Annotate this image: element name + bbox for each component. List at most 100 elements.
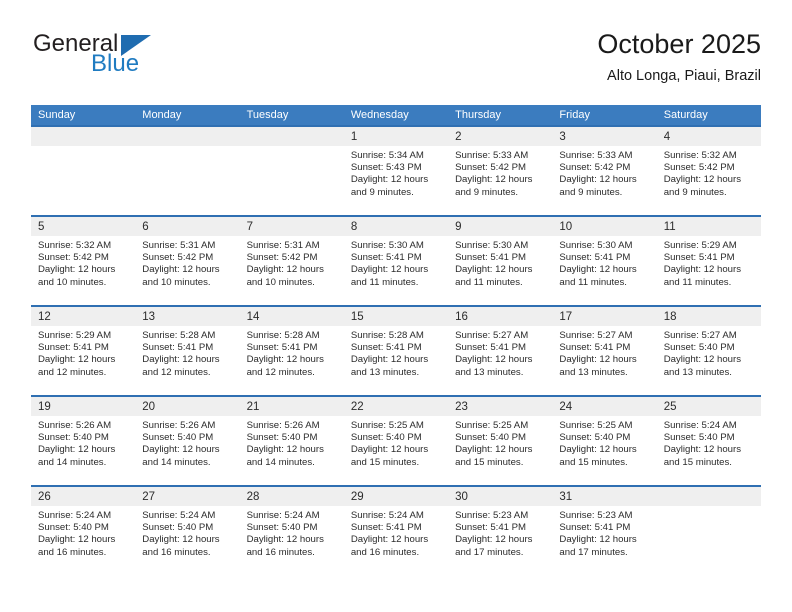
day-detail-daylight-line2: and 12 minutes. [38,366,107,378]
day-cell-inner: 11 Sunrise: 5:29 AM Sunset: 5:41 PM Dayligh… [656,217,761,305]
day-detail-daylight-line1: Daylight: 12 hours [455,354,533,366]
day-detail-sunrise: Sunrise: 5:25 AM [350,420,424,431]
calendar-day-cell[interactable]: 28 Sunrise: 5:24 AM Sunset: 5:40 PM Dayligh… [239,485,344,575]
calendar-day-cell[interactable]: 7 Sunrise: 5:31 AM Sunset: 5:42 PM Daylight… [239,215,344,306]
calendar-day-cell[interactable]: 1 Sunrise: 5:34 AM Sunset: 5:43 PM Daylight… [343,125,449,216]
calendar-day-cell[interactable]: 23 Sunrise: 5:25 AM Sunset: 5:40 PM Dayligh… [448,395,553,486]
day-cell-inner: 2 Sunrise: 5:33 AM Sunset: 5:42 PM Daylight… [448,127,553,215]
calendar-day-cell[interactable]: 19 Sunrise: 5:26 AM Sunset: 5:40 PM Dayligh… [31,395,136,486]
calendar-day-cell[interactable]: 15 Sunrise: 5:28 AM Sunset: 5:41 PM Dayligh… [343,305,449,396]
day-detail-sunset: Sunset: 5:40 PM [38,432,109,444]
day-detail-sunset: Sunset: 5:42 PM [38,252,109,264]
calendar-day-cell[interactable]: 27 Sunrise: 5:24 AM Sunset: 5:40 PM Dayligh… [135,485,240,575]
calendar-day-cell[interactable]: 5 Sunrise: 5:32 AM Sunset: 5:42 PM Daylight… [31,215,136,306]
calendar-day-cell[interactable]: 18 Sunrise: 5:27 AM Sunset: 5:40 PM Dayligh… [656,305,761,396]
calendar-day-cell[interactable]: 14 Sunrise: 5:28 AM Sunset: 5:41 PM Dayligh… [239,305,344,396]
day-detail-sunset: Sunset: 5:41 PM [246,342,318,354]
day-detail-sunset: Sunset: 5:40 PM [142,522,214,534]
calendar-day-cell[interactable]: 3 Sunrise: 5:33 AM Sunset: 5:42 PM Daylight… [552,125,657,216]
day-number [656,487,761,506]
day-detail-sunrise: Sunrise: 5:32 AM [663,150,737,161]
day-detail-sunrise: Sunrise: 5:23 AM [559,510,633,521]
day-details: Sunrise: 5:24 AM Sunset: 5:40 PM Daylight:… [135,506,239,559]
day-detail-sunset: Sunset: 5:41 PM [350,342,422,354]
day-detail-sunset: Sunset: 5:40 PM [350,432,422,444]
calendar-day-cell[interactable]: 21 Sunrise: 5:26 AM Sunset: 5:40 PM Dayligh… [239,395,344,486]
calendar-day-cell[interactable]: 2 Sunrise: 5:33 AM Sunset: 5:42 PM Daylight… [448,125,553,216]
calendar-day-cell[interactable]: 20 Sunrise: 5:26 AM Sunset: 5:40 PM Dayligh… [135,395,240,486]
day-detail-sunset: Sunset: 5:41 PM [663,252,735,264]
day-detail-daylight-line1: Daylight: 12 hours [663,264,742,276]
calendar-day-cell[interactable]: 24 Sunrise: 5:25 AM Sunset: 5:40 PM Dayligh… [552,395,657,486]
calendar-day-cell-empty [31,125,136,216]
calendar-day-cell[interactable]: 29 Sunrise: 5:24 AM Sunset: 5:41 PM Dayligh… [343,485,449,575]
calendar-day-cell[interactable]: 22 Sunrise: 5:25 AM Sunset: 5:40 PM Dayligh… [343,395,449,486]
day-detail-daylight-line1: Daylight: 12 hours [350,444,429,456]
day-detail-daylight-line2: and 13 minutes. [663,366,732,378]
day-detail-sunset: Sunset: 5:40 PM [663,342,735,354]
calendar-day-cell[interactable]: 4 Sunrise: 5:32 AM Sunset: 5:42 PM Daylight… [656,125,761,216]
calendar-day-cell[interactable]: 31 Sunrise: 5:23 AM Sunset: 5:41 PM Dayligh… [552,485,657,575]
weekday-header-monday: Monday [135,105,240,126]
day-cell-inner [31,127,136,215]
calendar-day-cell[interactable]: 10 Sunrise: 5:30 AM Sunset: 5:41 PM Dayligh… [552,215,657,306]
day-cell-inner: 31 Sunrise: 5:23 AM Sunset: 5:41 PM Dayligh… [552,487,657,575]
day-cell-inner: 1 Sunrise: 5:34 AM Sunset: 5:43 PM Daylight… [343,127,449,215]
day-detail-daylight-line1: Daylight: 12 hours [663,444,742,456]
day-detail-daylight-line2: and 11 minutes. [350,276,419,288]
day-detail-daylight-line1: Daylight: 12 hours [142,444,220,456]
day-cell-inner: 25 Sunrise: 5:24 AM Sunset: 5:40 PM Dayligh… [656,397,761,485]
weekday-header-tuesday: Tuesday [239,105,344,126]
day-detail-daylight-line2: and 10 minutes. [246,276,315,288]
day-detail-sunset: Sunset: 5:40 PM [246,432,318,444]
calendar-day-cell[interactable]: 9 Sunrise: 5:30 AM Sunset: 5:41 PM Daylight… [448,215,553,306]
day-detail-daylight-line2: and 11 minutes. [559,276,627,288]
day-detail-sunrise: Sunrise: 5:30 AM [350,240,424,251]
day-detail-daylight-line2: and 16 minutes. [38,546,107,558]
day-detail-sunset: Sunset: 5:40 PM [246,522,318,534]
day-cell-inner: 29 Sunrise: 5:24 AM Sunset: 5:41 PM Dayligh… [343,487,449,575]
calendar-day-cell[interactable]: 8 Sunrise: 5:30 AM Sunset: 5:41 PM Daylight… [343,215,449,306]
day-number [31,127,136,146]
calendar-day-cell[interactable]: 6 Sunrise: 5:31 AM Sunset: 5:42 PM Daylight… [135,215,240,306]
day-detail-daylight-line1: Daylight: 12 hours [246,444,324,456]
calendar-day-cell[interactable]: 17 Sunrise: 5:27 AM Sunset: 5:41 PM Dayligh… [552,305,657,396]
calendar-day-cell[interactable]: 13 Sunrise: 5:28 AM Sunset: 5:41 PM Dayligh… [135,305,240,396]
day-detail-daylight-line1: Daylight: 12 hours [350,174,429,186]
calendar-day-cell[interactable]: 26 Sunrise: 5:24 AM Sunset: 5:40 PM Dayligh… [31,485,136,575]
day-number [239,127,344,146]
day-detail-sunset: Sunset: 5:41 PM [455,342,527,354]
page-subtitle-location: Alto Longa, Piaui, Brazil [607,68,761,84]
calendar-day-cell[interactable]: 11 Sunrise: 5:29 AM Sunset: 5:41 PM Dayligh… [656,215,761,306]
day-cell-inner: 5 Sunrise: 5:32 AM Sunset: 5:42 PM Daylight… [31,217,136,305]
calendar-week-row: 19 Sunrise: 5:26 AM Sunset: 5:40 PM Dayligh… [31,395,761,486]
day-cell-inner: 10 Sunrise: 5:30 AM Sunset: 5:41 PM Dayligh… [552,217,657,305]
page-header: General Blue October 2025 Alto Longa, Pi… [31,28,761,96]
day-cell-inner: 27 Sunrise: 5:24 AM Sunset: 5:40 PM Dayligh… [135,487,240,575]
day-cell-inner: 3 Sunrise: 5:33 AM Sunset: 5:42 PM Daylight… [552,127,657,215]
day-details: Sunrise: 5:34 AM Sunset: 5:43 PM Daylight:… [344,146,448,199]
day-details: Sunrise: 5:26 AM Sunset: 5:40 PM Daylight:… [240,416,344,469]
day-detail-daylight-line2: and 13 minutes. [559,366,628,378]
day-details [657,506,761,510]
day-detail-sunset: Sunset: 5:40 PM [38,522,109,534]
calendar-day-cell-empty [656,485,761,575]
calendar-day-cell[interactable]: 12 Sunrise: 5:29 AM Sunset: 5:41 PM Dayligh… [31,305,136,396]
day-details: Sunrise: 5:24 AM Sunset: 5:40 PM Daylight:… [31,506,135,559]
day-details: Sunrise: 5:24 AM Sunset: 5:41 PM Daylight:… [344,506,448,559]
day-details: Sunrise: 5:27 AM Sunset: 5:40 PM Daylight:… [657,326,761,379]
day-detail-daylight-line2: and 16 minutes. [350,546,420,558]
general-blue-logo[interactable]: General Blue [31,28,241,88]
day-details: Sunrise: 5:28 AM Sunset: 5:41 PM Daylight:… [344,326,448,379]
day-cell-inner: 6 Sunrise: 5:31 AM Sunset: 5:42 PM Daylight… [135,217,240,305]
calendar-day-cell[interactable]: 30 Sunrise: 5:23 AM Sunset: 5:41 PM Dayligh… [448,485,553,575]
day-detail-daylight-line1: Daylight: 12 hours [38,354,116,366]
day-detail-daylight-line2: and 13 minutes. [455,366,524,378]
day-detail-daylight-line2: and 13 minutes. [350,366,420,378]
calendar-day-cell[interactable]: 16 Sunrise: 5:27 AM Sunset: 5:41 PM Dayligh… [448,305,553,396]
day-detail-daylight-line2: and 17 minutes. [455,546,524,558]
day-cell-inner: 12 Sunrise: 5:29 AM Sunset: 5:41 PM Dayligh… [31,307,136,395]
day-detail-daylight-line1: Daylight: 12 hours [246,354,324,366]
day-details: Sunrise: 5:23 AM Sunset: 5:41 PM Daylight:… [552,506,656,559]
calendar-day-cell[interactable]: 25 Sunrise: 5:24 AM Sunset: 5:40 PM Dayligh… [656,395,761,486]
